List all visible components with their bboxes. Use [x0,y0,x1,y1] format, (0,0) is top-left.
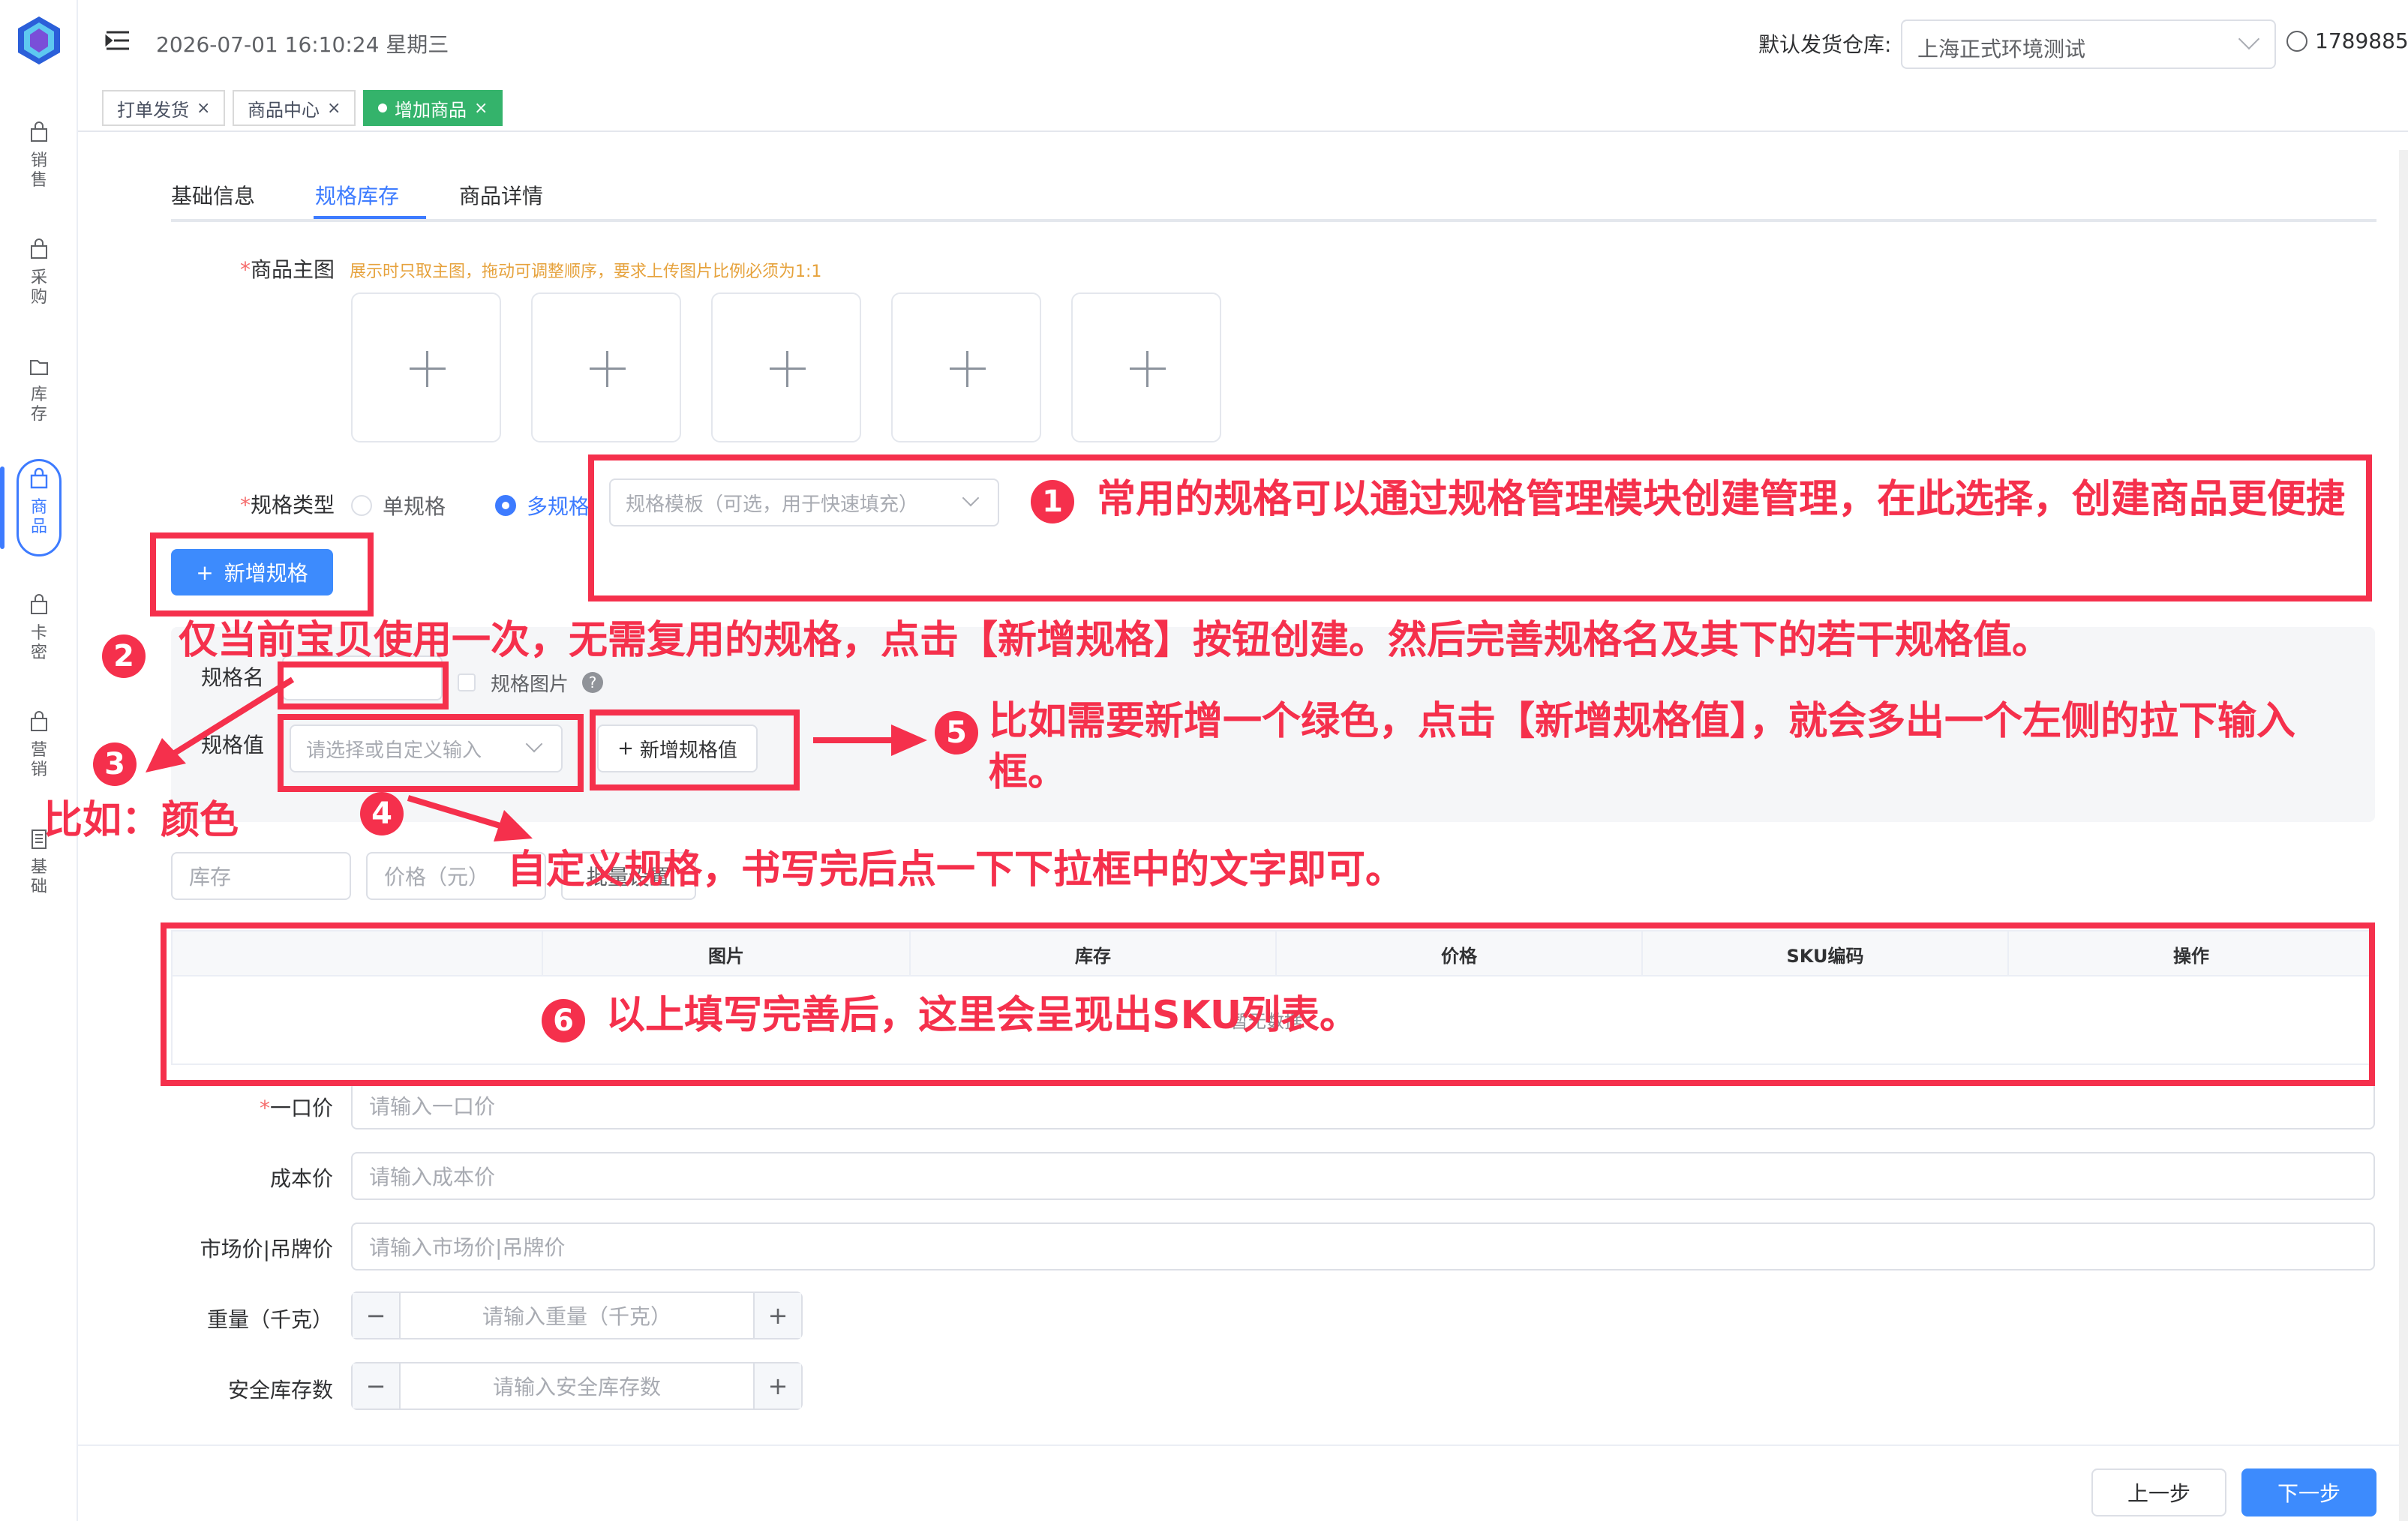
annotation-text-4: 自定义规格，书写完后点一下下拉框中的文字即可。 [507,848,1405,892]
menu-fold-icon[interactable] [105,30,131,51]
decrease-button[interactable]: − [353,1364,401,1408]
active-indicator [0,466,5,549]
price-input[interactable]: 请输入一口价 [351,1082,2375,1130]
annotation-box-spec-name [278,662,449,710]
annotation-number-1: 1 [1031,480,1074,524]
annotation-arrow-3 [146,676,295,772]
user-menu[interactable]: 17898853931 [2286,28,2408,53]
radio-single-spec[interactable]: 单规格 [351,490,446,520]
spec-image-label: 规格图片 [491,674,569,696]
tab-product-detail[interactable]: 商品详情 [459,180,543,210]
annotation-number-4: 4 [360,792,404,836]
prev-step-button[interactable]: 上一步 [2091,1468,2226,1516]
tab-spec-stock[interactable]: 规格库存 [315,180,399,210]
top-header: 2026-07-01 16:10:24 星期三 默认发货仓库: 上海正式环境测试… [78,0,2408,84]
datetime-display: 2026-07-01 16:10:24 星期三 [156,32,449,57]
annotation-arrow-5 [813,724,927,756]
annotation-text-1: 常用的规格可以通过规格管理模块创建管理，在此选择，创建商品更便捷 [1097,477,2346,522]
sidebar-item-products[interactable]: 商品 [0,459,78,556]
help-icon[interactable]: ? [582,672,603,693]
tag-print-ship[interactable]: 打单发货 × [102,90,226,126]
sidebar: 销售 采购 库存 商品 卡密 营销 基础 [0,0,78,1521]
batch-stock-input[interactable]: 库存 [171,852,351,900]
decrease-button[interactable]: − [353,1293,401,1338]
safety-stock-stepper[interactable]: − 请输入安全库存数 + [351,1362,803,1410]
cost-label: 成本价 [269,1166,333,1191]
page-scrollbar[interactable] [2399,150,2408,1521]
footer-divider [78,1444,2408,1446]
annotation-box-add-spec [150,532,374,616]
active-dot-icon [378,104,387,112]
safety-stock-label: 安全库存数 [227,1378,333,1402]
annotation-number-6: 6 [542,999,585,1042]
app-logo[interactable] [15,15,63,66]
price-label: *一口价 [259,1096,333,1120]
bag-icon [31,594,47,614]
warehouse-select[interactable]: 上海正式环境测试 [1901,20,2276,69]
radio-circle-checked [495,495,516,516]
close-icon[interactable]: × [197,99,210,118]
spec-image-checkbox[interactable] [458,674,476,692]
user-icon [2286,30,2307,52]
image-upload-slot[interactable] [891,292,1041,442]
annotation-text-2: 仅当前宝贝使用一次，无需复用的规格，点击【新增规格】按钮创建。然后完善规格名及其… [179,618,2052,663]
annotation-box-spec-value [278,714,584,792]
annotation-number-2: 2 [102,634,146,678]
sidebar-item-cards[interactable]: 卡密 [0,585,78,682]
image-upload-slot[interactable] [711,292,861,442]
radio-circle [351,495,372,516]
tab-tags-bar: 打单发货 × 商品中心 × 增加商品 × [78,84,2408,132]
increase-button[interactable]: + [753,1364,801,1408]
annotation-text-6: 以上填写完善后，这里会呈现出SKU列表。 [606,993,1359,1038]
annotation-number-5: 5 [935,711,978,754]
main-image-hint: 展示时只取主图，拖动可调整顺序，要求上传图片比例必须为1:1 [350,262,822,281]
bag-icon [31,711,47,731]
tag-add-product[interactable]: 增加商品 × [363,90,503,126]
sidebar-item-purchase[interactable]: 采购 [0,230,78,327]
tab-basic-info[interactable]: 基础信息 [171,180,255,210]
folder-icon [30,360,48,375]
sidebar-item-marketing[interactable]: 营销 [0,702,78,800]
next-step-button[interactable]: 下一步 [2241,1468,2376,1516]
annotation-text-3: 比如：颜色 [44,798,239,843]
market-price-label: 市场价|吊牌价 [200,1237,333,1262]
form-tabs: 基础信息 规格库存 商品详情 [171,170,2376,222]
image-upload-slot[interactable] [1071,292,1221,442]
spec-type-label: *规格类型 [239,493,335,518]
sidebar-item-sales[interactable]: 销售 [0,112,78,210]
market-price-input[interactable]: 请输入市场价|吊牌价 [351,1222,2375,1270]
image-upload-slot[interactable] [531,292,681,442]
close-icon[interactable]: × [474,99,488,118]
annotation-number-3: 3 [93,742,137,786]
annotation-text-5: 比如需要新增一个绿色，点击【新增规格值】，就会多出一个左侧的拉下输入框。 [989,699,2296,795]
image-upload-slot[interactable] [351,292,501,442]
tag-product-center[interactable]: 商品中心 × [233,90,356,126]
bag-icon [31,122,47,142]
active-highlight [17,459,62,556]
main-image-label: *商品主图 [239,257,335,282]
close-icon[interactable]: × [327,99,341,118]
annotation-arrow-4 [407,795,533,842]
weight-stepper[interactable]: − 请输入重量（千克） + [351,1292,803,1340]
weight-label: 重量（千克） [206,1307,333,1332]
radio-multi-spec[interactable]: 多规格 [495,490,590,520]
sidebar-item-inventory[interactable]: 库存 [0,346,78,444]
warehouse-label: 默认发货仓库: [1758,32,1892,57]
tab-active-ink [314,216,426,219]
cost-input[interactable]: 请输入成本价 [351,1152,2375,1200]
chevron-down-icon [2238,28,2260,50]
bag-icon [31,238,47,259]
annotation-box-add-value [590,710,800,790]
increase-button[interactable]: + [753,1293,801,1338]
